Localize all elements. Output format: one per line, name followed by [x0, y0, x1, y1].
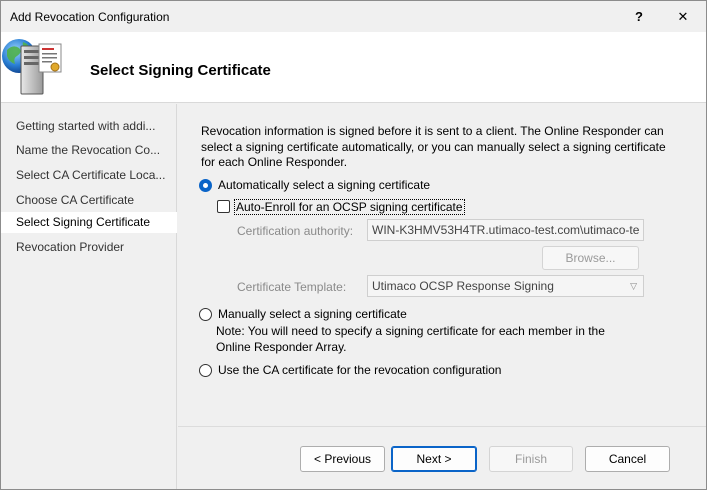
manual-select-radio[interactable]	[199, 308, 212, 321]
cert-authority-label: Certification authority:	[237, 224, 354, 238]
auto-enroll-label[interactable]: Auto-Enroll for an OCSP signing certific…	[234, 199, 465, 215]
page-title: Select Signing Certificate	[90, 62, 271, 79]
chevron-down-icon: ▽	[630, 281, 637, 291]
close-button[interactable]: ✕	[663, 1, 703, 32]
dialog-window: Add Revocation Configuration ? ✕ Select …	[0, 0, 707, 490]
finish-button[interactable]: Finish	[489, 446, 573, 472]
ca-certificate-label[interactable]: Use the CA certificate for the revocatio…	[218, 363, 501, 377]
cert-template-dropdown[interactable]: Utimaco OCSP Response Signing ▽	[367, 275, 644, 297]
window-title: Add Revocation Configuration	[10, 10, 170, 24]
manual-select-label[interactable]: Manually select a signing certificate	[218, 307, 407, 321]
cert-authority-field[interactable]: WIN-K3HMV53H4TR.utimaco-test.com\utimaco…	[367, 219, 644, 241]
nav-item-revocation-provider[interactable]: Revocation Provider	[1, 237, 177, 258]
browse-button[interactable]: Browse...	[542, 246, 639, 270]
help-button[interactable]: ?	[619, 1, 659, 32]
manual-note-line-2: Online Responder Array.	[216, 340, 347, 354]
nav-item-choose-ca-certificate[interactable]: Choose CA Certificate	[1, 190, 177, 211]
next-button[interactable]: Next >	[391, 446, 477, 472]
auto-select-label[interactable]: Automatically select a signing certifica…	[218, 178, 430, 192]
title-bar: Add Revocation Configuration ? ✕	[1, 1, 706, 32]
nav-item-name-revocation[interactable]: Name the Revocation Co...	[1, 140, 177, 161]
nav-item-getting-started[interactable]: Getting started with addi...	[1, 116, 177, 137]
wizard-footer: < Previous Next > Finish Cancel	[178, 427, 706, 489]
auto-enroll-checkbox[interactable]	[217, 200, 230, 213]
previous-button[interactable]: < Previous	[300, 446, 385, 472]
cert-template-label: Certificate Template:	[237, 280, 347, 294]
ca-certificate-radio[interactable]	[199, 364, 212, 377]
cert-template-value: Utimaco OCSP Response Signing	[372, 279, 554, 293]
manual-note-line-1: Note: You will need to specify a signing…	[216, 324, 605, 338]
wizard-header: Select Signing Certificate	[1, 32, 706, 103]
cancel-button[interactable]: Cancel	[585, 446, 670, 472]
server-certificate-icon	[2, 39, 62, 95]
description-text: Revocation information is signed before …	[201, 124, 666, 169]
wizard-nav: Getting started with addi... Name the Re…	[1, 104, 177, 489]
nav-item-select-signing-certificate[interactable]: Select Signing Certificate	[1, 212, 177, 233]
auto-select-radio[interactable]	[199, 179, 212, 192]
nav-item-ca-certificate-location[interactable]: Select CA Certificate Loca...	[1, 165, 177, 186]
